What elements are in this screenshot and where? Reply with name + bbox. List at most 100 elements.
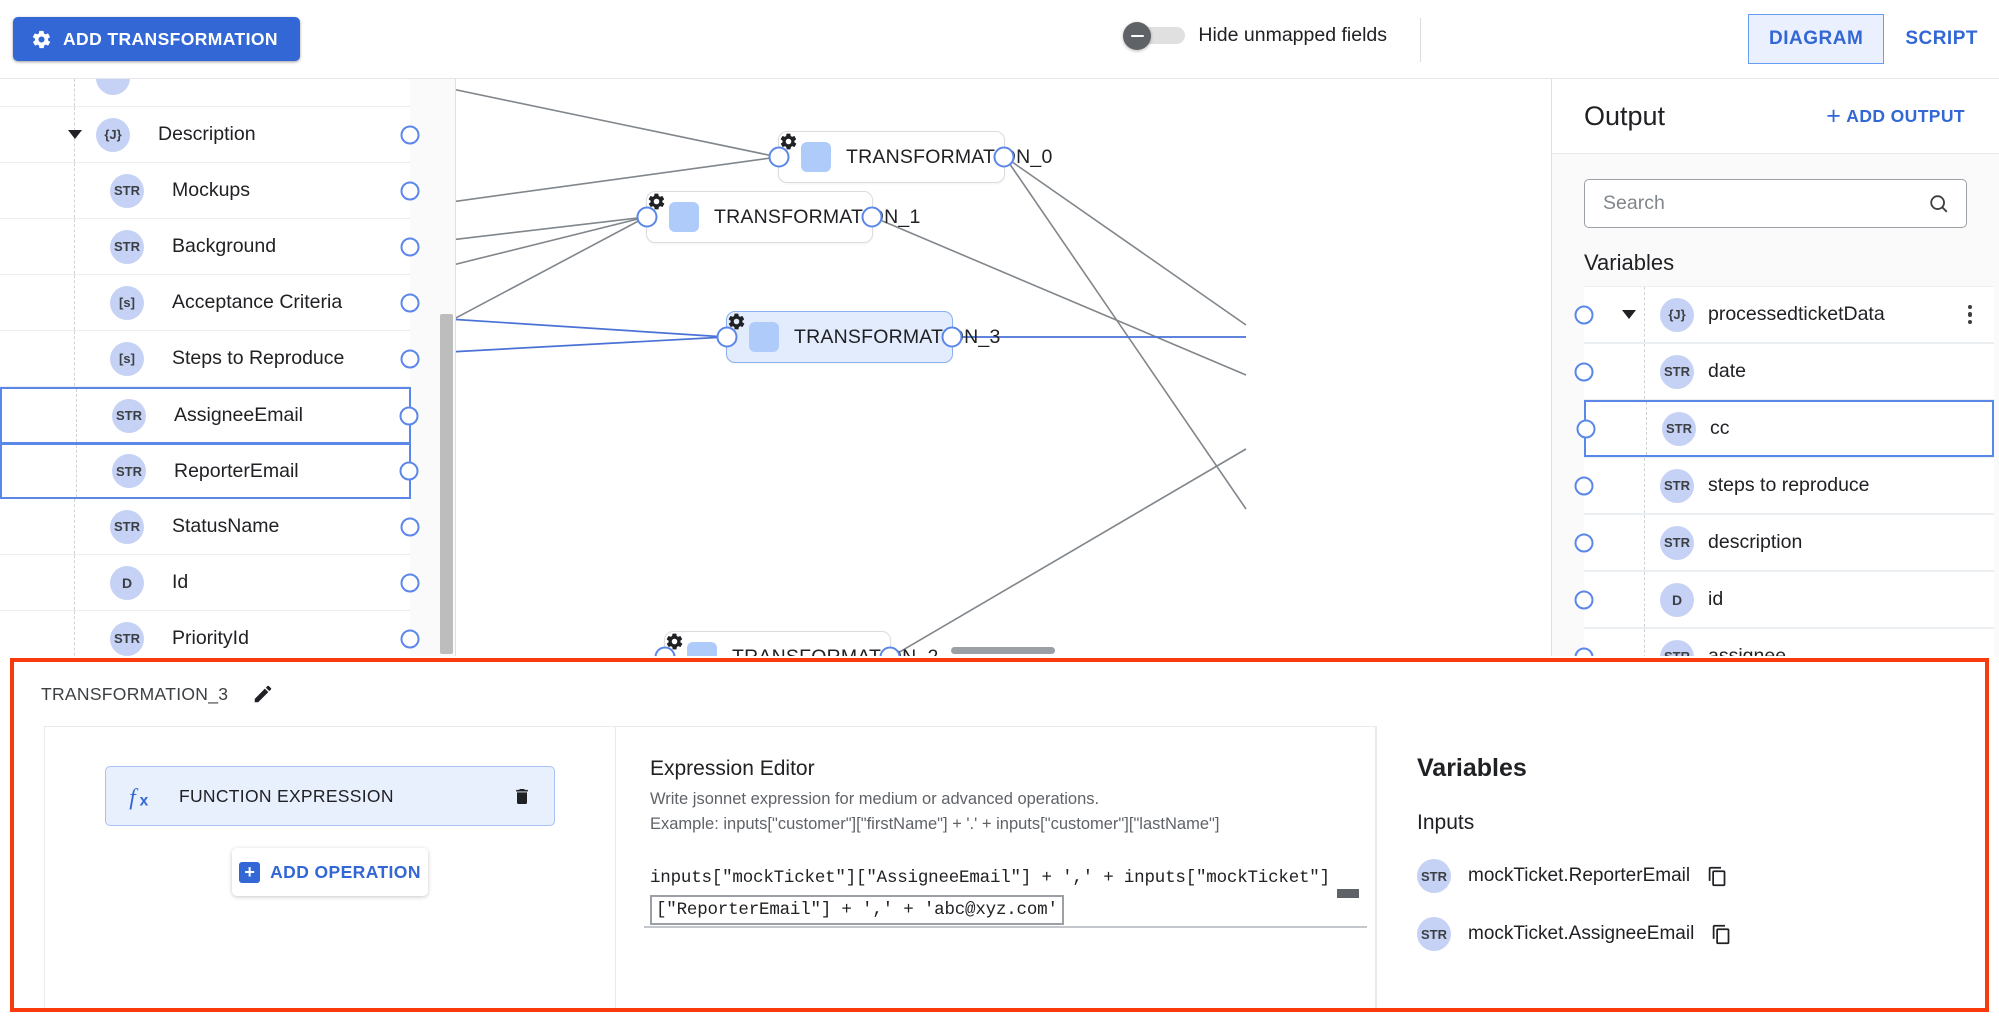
connector-port[interactable]	[400, 237, 420, 256]
variable-row[interactable]: STR mockTicket.AssigneeEmail	[1417, 917, 1955, 951]
chevron-down-icon[interactable]	[68, 130, 82, 139]
tab-diagram[interactable]: DIAGRAM	[1748, 14, 1885, 64]
connector-port[interactable]	[400, 573, 420, 592]
tree-guide	[1644, 458, 1645, 513]
tree-item-label: Acceptance Criteria	[172, 291, 343, 313]
tree-item-id[interactable]: D Id	[0, 555, 420, 611]
tree-guide	[74, 611, 75, 656]
node-transformation_2[interactable]: TRANSFORMATION_2	[654, 631, 938, 656]
connector-port[interactable]	[1574, 362, 1594, 381]
toolbar-divider	[1420, 18, 1421, 62]
tree-guide	[74, 275, 75, 330]
connector-port[interactable]	[400, 181, 420, 200]
node-output-port[interactable]	[861, 206, 883, 228]
copy-icon[interactable]	[1711, 924, 1732, 945]
output-item-date[interactable]: STR date	[1574, 343, 1994, 400]
tree-item-reporteremail[interactable]: STR ReporterEmail	[0, 443, 419, 499]
tree-item-label: PriorityId	[172, 627, 249, 649]
add-transformation-label: ADD TRANSFORMATION	[63, 28, 278, 49]
connector-port[interactable]	[1574, 533, 1594, 552]
type-badge: STR	[110, 173, 144, 208]
tree-item-acceptance-criteria[interactable]: [s] Acceptance Criteria	[0, 275, 420, 331]
code-scrollbar[interactable]	[1337, 888, 1359, 898]
node-transformation_1[interactable]: TRANSFORMATION_1	[636, 191, 920, 243]
type-badge: [s]	[110, 341, 144, 376]
add-output-button[interactable]: + ADD OUTPUT	[1826, 103, 1965, 129]
add-operation-button[interactable]: + ADD OPERATION	[232, 848, 428, 896]
search-icon[interactable]	[1928, 193, 1950, 215]
output-item-label: assignee	[1708, 645, 1787, 656]
connector-port[interactable]	[400, 349, 420, 368]
connector-port[interactable]	[399, 461, 419, 481]
detail-panel-title: TRANSFORMATION_3	[41, 683, 229, 704]
tab-script[interactable]: SCRIPT	[1884, 14, 1999, 64]
search-input[interactable]	[1601, 191, 1928, 216]
output-item-processedticketdata[interactable]: {J} processedticketData	[1574, 286, 1994, 343]
add-output-label: ADD OUTPUT	[1846, 105, 1965, 126]
expression-editor-help-2: Example: inputs["customer"]["firstName"]…	[650, 814, 1220, 833]
more-options-icon[interactable]	[1967, 304, 1972, 325]
expression-code-line-2[interactable]: ["ReporterEmail"] + ',' + 'abc@xyz.com'	[650, 894, 1064, 925]
svg-text:f: f	[129, 784, 139, 810]
connector-port[interactable]	[1576, 419, 1596, 438]
variable-name: mockTicket.AssigneeEmail	[1468, 923, 1695, 944]
tree-item-statusname[interactable]: STR StatusName	[0, 499, 420, 555]
tree-item-priorityid[interactable]: STR PriorityId	[0, 611, 420, 656]
gear-icon	[648, 193, 699, 232]
connector-port[interactable]	[1574, 647, 1594, 656]
plus-square-icon: +	[239, 861, 261, 883]
tree-item-assigneeemail[interactable]: STR AssigneeEmail	[0, 387, 419, 443]
chevron-down-icon[interactable]	[1622, 310, 1636, 319]
add-transformation-button[interactable]: ADD TRANSFORMATION	[13, 17, 300, 61]
hide-unmapped-fields-toggle[interactable]	[1123, 22, 1186, 50]
tree-guide	[76, 445, 77, 497]
connector-port[interactable]	[400, 517, 420, 536]
connector-port[interactable]	[399, 406, 419, 425]
output-panel: Output + ADD OUTPUT Variables {J} process…	[1551, 79, 1999, 656]
output-item-content: STR steps to reproduce	[1660, 468, 1870, 503]
tree-item-mockups[interactable]: STR Mockups	[0, 163, 420, 219]
tree-item-description[interactable]: {J} Description	[0, 107, 420, 163]
input-tree-panel: {J} Description STR Mockups STR Background [s]…	[0, 79, 455, 656]
tree-guide	[1644, 344, 1645, 399]
connector-port[interactable]	[400, 629, 420, 648]
diagram-canvas[interactable]: TRANSFORMATION_0 TRANSFORMATION_1 TRANSFOR…	[456, 79, 1550, 656]
output-item-description[interactable]: STR description	[1574, 514, 1994, 571]
variable-row[interactable]: STR mockTicket.ReporterEmail	[1417, 859, 1955, 893]
type-badge: STR	[110, 229, 144, 264]
expression-code-area[interactable]: inputs["mockTicket"]["AssigneeEmail"] + …	[644, 863, 1367, 928]
tree-item-steps-to-reproduce[interactable]: [s] Steps to Reproduce	[0, 331, 420, 387]
delete-icon[interactable]	[512, 785, 532, 808]
connector-port[interactable]	[1574, 305, 1594, 324]
connector-port[interactable]	[1574, 476, 1594, 495]
connector-port[interactable]	[400, 125, 420, 144]
output-search-box[interactable]	[1584, 179, 1967, 228]
tree-guide	[1644, 515, 1645, 570]
output-item-assignee[interactable]: STR assignee	[1574, 628, 1994, 656]
node-transformation_3[interactable]: TRANSFORMATION_3	[716, 311, 1000, 363]
function-expression-card[interactable]: f x FUNCTION EXPRESSION	[105, 766, 555, 826]
canvas-resize-handle[interactable]	[951, 647, 1055, 654]
tree-guide	[74, 555, 75, 610]
type-badge: STR	[1660, 468, 1694, 503]
tree-guide	[74, 79, 75, 106]
output-item-cc[interactable]: STR cc	[1576, 400, 1994, 457]
output-item-id[interactable]: Did	[1574, 571, 1994, 628]
copy-icon[interactable]	[1707, 866, 1728, 887]
expression-code-line-1[interactable]: inputs["mockTicket"]["AssigneeEmail"] + …	[650, 863, 1341, 893]
connector-port[interactable]	[400, 293, 420, 312]
connector-port[interactable]	[1574, 590, 1594, 609]
node-transformation_0[interactable]: TRANSFORMATION_0	[768, 131, 1052, 183]
output-item-content: STR date	[1660, 354, 1746, 389]
detail-panel-header: TRANSFORMATION_3	[14, 662, 1985, 726]
output-panel-header: Output + ADD OUTPUT	[1552, 79, 1999, 154]
output-item-steps-to-reproduce[interactable]: STR steps to reproduce	[1574, 457, 1994, 514]
top-toolbar: ADD TRANSFORMATION Hide unmapped fields …	[0, 0, 1999, 79]
edit-pencil-icon[interactable]	[252, 683, 274, 705]
tree-item-background[interactable]: STR Background	[0, 219, 420, 275]
node-output-port[interactable]	[941, 326, 963, 348]
node-label: TRANSFORMATION_2	[732, 646, 939, 657]
input-tree-scrollbar[interactable]	[440, 314, 453, 654]
table-row[interactable]	[0, 79, 410, 107]
node-output-port[interactable]	[993, 146, 1015, 168]
